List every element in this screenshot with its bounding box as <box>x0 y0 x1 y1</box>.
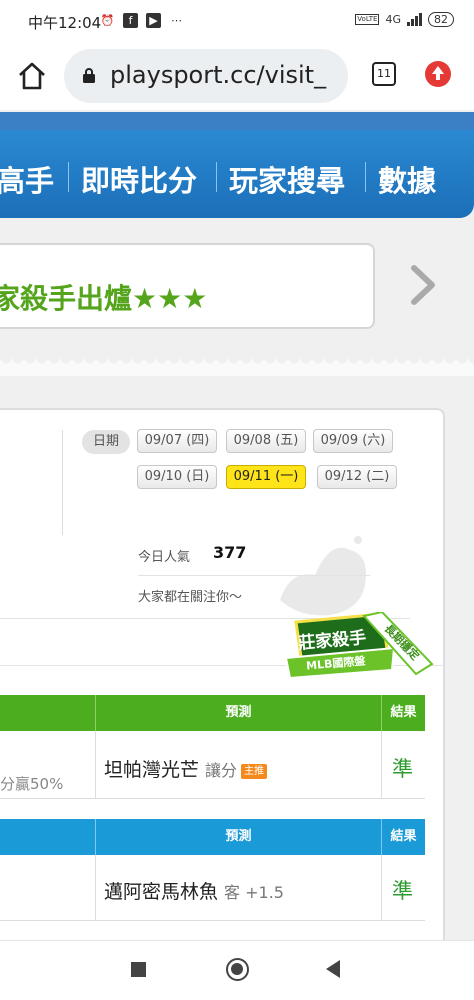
battery-icon: 82 <box>428 12 454 27</box>
address-bar[interactable]: playsport.cc/visit_ <box>64 49 348 103</box>
chevron-right-icon[interactable] <box>406 262 440 308</box>
nav-divider <box>216 162 217 192</box>
cell-border <box>95 855 96 920</box>
prediction-cell: 坦帕灣光芒 讓分 主推 <box>104 755 268 782</box>
network-type: 4G <box>385 13 401 26</box>
prediction-cell: 邁阿密馬林魚客 +1.5 <box>104 877 284 904</box>
notification-icons: ⏰ f ▶ ⋯ <box>100 13 184 28</box>
table2-row: 邁阿密馬林魚客 +1.5 準 <box>0 855 425 921</box>
table1-col-result: 結果 <box>381 695 425 731</box>
popularity-label: 今日人氣 <box>138 550 191 565</box>
winrate-text: 分贏50% <box>0 775 64 793</box>
update-icon[interactable] <box>425 61 451 87</box>
bet-type: 客 +1.5 <box>224 883 284 902</box>
nav-top-strip <box>0 112 474 130</box>
table1-header: 預測 結果 <box>0 695 425 731</box>
status-bar: 中午12:04 ⏰ f ▶ ⋯ VoLTE 4G 82 <box>0 0 474 44</box>
home-icon[interactable] <box>14 58 50 94</box>
cell-border <box>381 855 382 920</box>
announcement-ticker[interactable]: 家殺手出爐★★★ <box>0 243 375 329</box>
scallop-divider <box>0 358 474 376</box>
popularity-value: 377 <box>213 543 247 562</box>
table1-row: 分贏50% 坦帕灣光芒 讓分 主推 準 <box>0 731 425 799</box>
nav-divider <box>68 162 69 192</box>
cell-border <box>95 731 96 798</box>
follow-text: 大家都在關注你～ <box>138 590 243 605</box>
date-button-selected[interactable]: 09/11 (一) <box>226 465 306 489</box>
site-navigation: 高手 即時比分 玩家搜尋 數據 <box>0 112 474 218</box>
alarm-icon: ⏰ <box>100 14 115 27</box>
url-text: playsport.cc/visit_ <box>110 61 327 89</box>
nav-item-live-score[interactable]: 即時比分 <box>81 158 197 200</box>
table2-col-result: 結果 <box>381 819 425 855</box>
nav-item-experts[interactable]: 高手 <box>0 158 54 200</box>
facebook-icon: f <box>123 13 138 28</box>
result-text: 準 <box>392 879 413 903</box>
cell-border <box>381 731 382 798</box>
date-button[interactable]: 09/09 (六) <box>313 429 393 453</box>
home-circle-icon[interactable] <box>226 958 249 981</box>
more-notifications-icon: ⋯ <box>171 14 182 27</box>
back-icon[interactable] <box>326 960 340 978</box>
main-pick-tag: 主推 <box>241 764 268 779</box>
status-time: 中午12:04 <box>28 14 102 32</box>
panel-divider <box>62 430 63 535</box>
divider <box>138 575 370 576</box>
system-navigation-bar <box>0 940 474 1000</box>
date-button[interactable]: 09/07 (四) <box>137 429 217 453</box>
bookmaker-killer-badge: 莊家殺手 MLB國際盤 長期穩定 <box>282 612 452 690</box>
signal-icon <box>407 13 422 26</box>
nav-item-data[interactable]: 數據 <box>378 158 436 200</box>
browser-toolbar: playsport.cc/visit_ 11 <box>0 44 474 110</box>
recent-apps-icon[interactable] <box>131 962 146 977</box>
date-button[interactable]: 09/08 (五) <box>226 429 306 453</box>
lock-icon <box>83 68 95 83</box>
date-label: 日期 <box>82 430 130 454</box>
date-button[interactable]: 09/12 (二) <box>317 465 397 489</box>
youtube-icon: ▶ <box>146 13 161 28</box>
ticker-text: 家殺手出爐★★★ <box>0 282 208 315</box>
table2-col-predict: 預測 <box>95 819 381 855</box>
nav-item-player-search[interactable]: 玩家搜尋 <box>229 158 345 200</box>
table2-header: 預測 結果 <box>0 819 425 855</box>
date-button[interactable]: 09/10 (日) <box>137 465 217 489</box>
bet-type: 讓分 <box>205 761 238 780</box>
volte-icon: VoLTE <box>355 14 380 25</box>
status-right: VoLTE 4G 82 <box>355 12 454 27</box>
nav-divider <box>365 162 366 192</box>
team-name: 邁阿密馬林魚 <box>104 881 219 903</box>
tab-switcher-button[interactable]: 11 <box>372 62 396 86</box>
result-text: 準 <box>392 757 413 781</box>
team-name: 坦帕灣光芒 <box>104 759 200 781</box>
table1-col-predict: 預測 <box>95 695 381 731</box>
